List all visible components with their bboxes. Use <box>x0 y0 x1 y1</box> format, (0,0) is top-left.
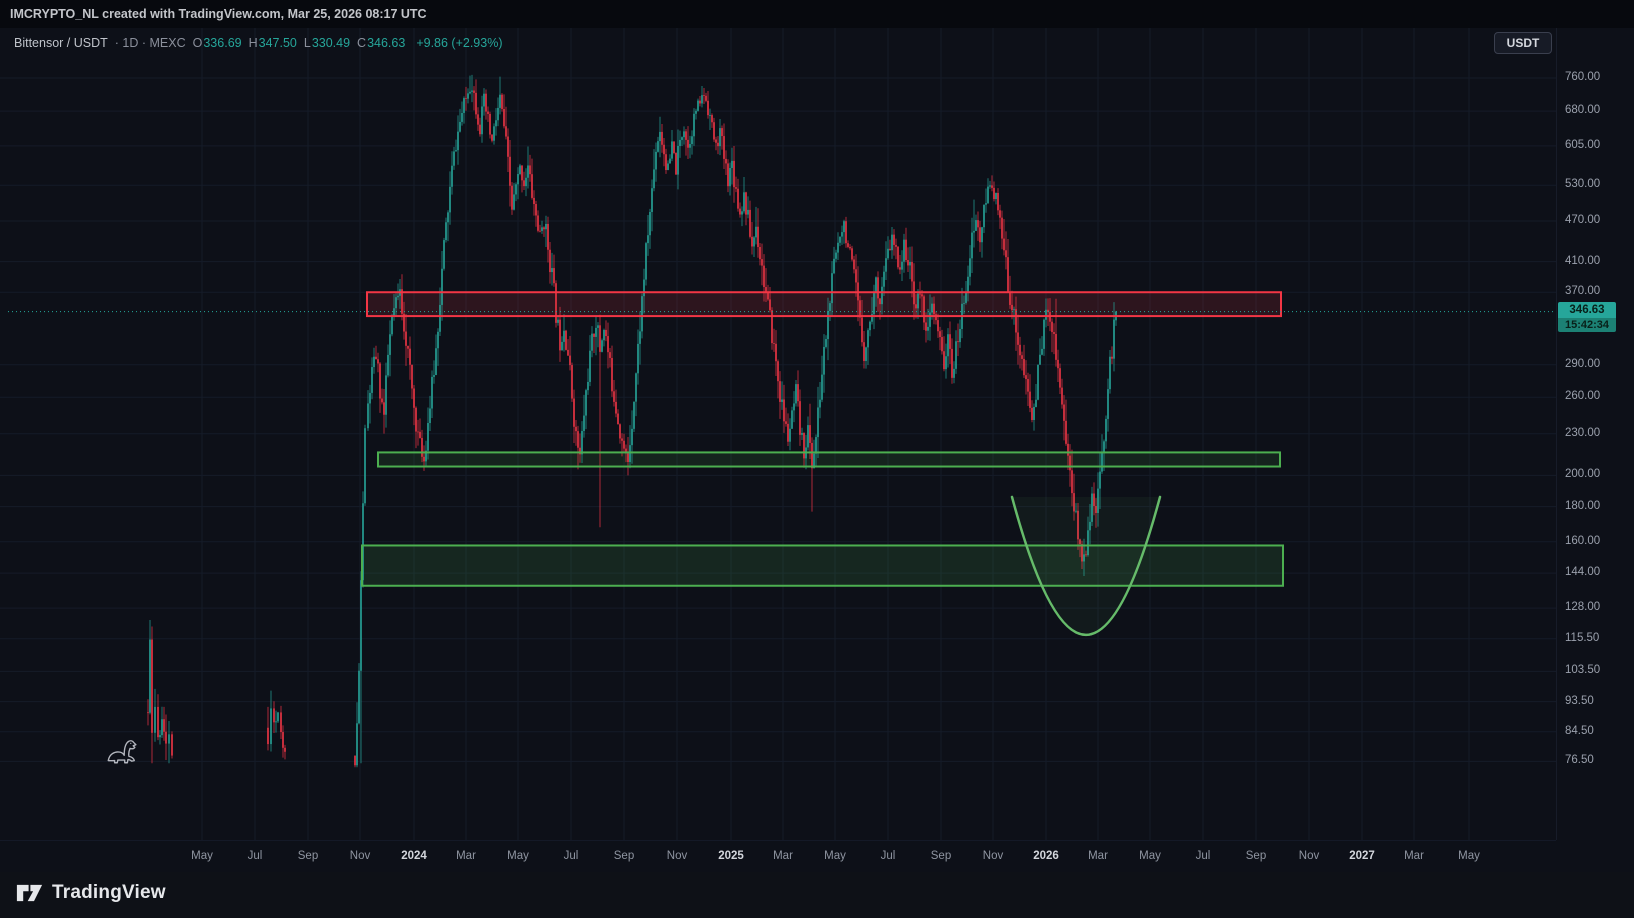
chart-legend: Bittensor / USDT · 1D · MEXC O336.69 H34… <box>14 36 502 50</box>
price-axis-label: 230.00 <box>1565 427 1600 439</box>
bar-countdown: 15:42:34 <box>1558 318 1616 332</box>
time-axis-label: 2025 <box>718 850 744 862</box>
ohlc-open: O336.69 <box>193 36 242 50</box>
time-axis-label: Jul <box>881 850 896 862</box>
time-axis-label: Sep <box>931 850 951 862</box>
ohlc-value: 330.49 <box>312 36 350 50</box>
time-axis-label: Nov <box>667 850 687 862</box>
price-axis-label: 84.50 <box>1565 725 1594 737</box>
cup-arc <box>1012 497 1160 635</box>
time-axis-label: 2026 <box>1033 850 1059 862</box>
time-axis-label: Mar <box>456 850 476 862</box>
time-axis[interactable]: May Jul Sep Nov 2024 Mar May Jul Sep Nov 2025 Mar Ma… <box>0 840 1556 872</box>
price-axis-label: 180.00 <box>1565 500 1600 512</box>
bottom-bar: TradingView <box>0 872 1634 918</box>
watermark-bar: IMCRYPTO_NL created with TradingView.com… <box>0 0 1634 28</box>
price-axis-label: 93.50 <box>1565 695 1594 707</box>
price-axis-label: 370.00 <box>1565 285 1600 297</box>
time-axis-label: Nov <box>350 850 370 862</box>
price-axis[interactable]: 346.63 15:42:34 760.00 680.00 605.00 530.00… <box>1556 28 1634 840</box>
price-axis-label: 144.00 <box>1565 566 1600 578</box>
price-axis-label: 680.00 <box>1565 104 1600 116</box>
tradingview-chart-page: IMCRYPTO_NL created with TradingView.com… <box>0 0 1634 918</box>
time-axis-label: Sep <box>298 850 318 862</box>
time-axis-label: 2027 <box>1349 850 1375 862</box>
price-axis-label: 103.50 <box>1565 664 1600 676</box>
price-axis-label: 128.00 <box>1565 601 1600 613</box>
ohlc-label: O <box>193 36 203 50</box>
time-axis-label: Nov <box>983 850 1003 862</box>
symbol-meta: · 1D · MEXC <box>115 36 186 50</box>
ohlc-label: C <box>357 36 366 50</box>
ohlc-label: L <box>304 36 311 50</box>
price-axis-label: 160.00 <box>1565 535 1600 547</box>
last-price-badge: 346.63 15:42:34 <box>1558 302 1616 332</box>
watermark-text: IMCRYPTO_NL created with TradingView.com… <box>10 7 427 21</box>
candlestick-chart[interactable] <box>0 0 1634 918</box>
time-axis-label: Jul <box>248 850 263 862</box>
price-axis-label: 115.50 <box>1565 632 1599 644</box>
currency-toggle-button[interactable]: USDT <box>1494 32 1552 54</box>
time-axis-label: Mar <box>1404 850 1424 862</box>
price-axis-label: 290.00 <box>1565 358 1600 370</box>
symbol-title[interactable]: Bittensor / USDT <box>14 36 108 50</box>
price-axis-label: 260.00 <box>1565 390 1600 402</box>
price-axis-label: 605.00 <box>1565 139 1600 151</box>
time-axis-label: May <box>507 850 529 862</box>
time-axis-label: May <box>824 850 846 862</box>
ohlc-close: C346.63 <box>357 36 405 50</box>
price-change: +9.86 (+2.93%) <box>416 36 502 50</box>
gridlines <box>0 28 1556 840</box>
price-axis-label: 470.00 <box>1565 214 1600 226</box>
time-axis-label: Mar <box>1088 850 1108 862</box>
candles <box>147 75 1117 767</box>
tradingview-logo-icon <box>16 881 43 905</box>
ohlc-label: H <box>249 36 258 50</box>
price-axis-label: 200.00 <box>1565 468 1600 480</box>
time-axis-label: Mar <box>773 850 793 862</box>
ohlc-value: 336.69 <box>203 36 241 50</box>
time-axis-label: May <box>191 850 213 862</box>
tradingview-logo[interactable]: TradingView <box>16 881 166 905</box>
time-axis-label: Jul <box>1196 850 1211 862</box>
time-axis-label: May <box>1139 850 1161 862</box>
ohlc-value: 347.50 <box>259 36 297 50</box>
price-axis-label: 410.00 <box>1565 255 1600 267</box>
price-axis-label: 760.00 <box>1565 71 1600 83</box>
time-axis-label: Nov <box>1299 850 1319 862</box>
time-axis-label: Sep <box>1246 850 1266 862</box>
time-axis-label: Sep <box>614 850 634 862</box>
last-price: 346.63 <box>1558 302 1616 318</box>
price-axis-label: 76.50 <box>1565 754 1594 766</box>
ohlc-high: H347.50 <box>249 36 297 50</box>
dino-icon <box>104 735 138 765</box>
time-axis-label: May <box>1458 850 1480 862</box>
price-axis-label: 530.00 <box>1565 178 1600 190</box>
time-axis-label: 2024 <box>401 850 427 862</box>
ohlc-value: 346.63 <box>367 36 405 50</box>
tradingview-wordmark: TradingView <box>52 882 166 904</box>
ohlc-low: L330.49 <box>304 36 350 50</box>
time-axis-label: Jul <box>564 850 579 862</box>
